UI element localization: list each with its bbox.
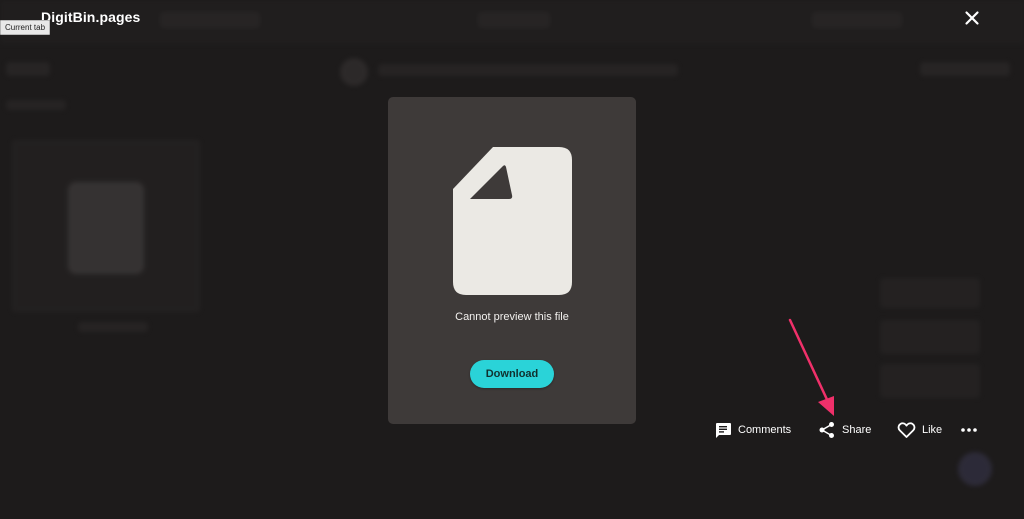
page-title: DigitBin.pages [41,9,141,25]
bg-nav-item [160,12,260,28]
share-icon [819,422,834,438]
bg-side-item [880,320,980,354]
like-label: Like [922,424,943,436]
bg-floating-button [958,452,992,486]
bg-side-item [880,364,980,398]
arrow-annotation [788,318,834,416]
bg-nav-item [812,12,902,28]
more-options-button[interactable] [960,418,978,442]
bg-file-card-label [78,322,148,332]
bg-subnav-item [6,62,50,76]
file-preview-page: DigitBin.pages Current tab Cannot previe… [0,0,1024,519]
comment-icon [716,423,731,438]
bg-avatar [340,58,368,86]
bg-subnav-item [6,100,66,110]
preview-unavailable-message: Cannot preview this file [455,311,569,323]
bg-side-item [880,278,980,308]
download-button[interactable]: Download [470,360,554,388]
share-label: Share [842,424,872,436]
share-button[interactable]: Share [818,418,871,442]
comments-label: Comments [738,424,792,436]
preview-card: Cannot preview this file Download [388,97,636,424]
bg-nav-item [478,12,550,28]
close-icon [965,11,979,25]
file-icon [453,147,572,295]
close-button[interactable] [962,8,982,28]
tooltip: Current tab [0,20,51,35]
comments-button[interactable]: Comments [714,418,791,442]
bg-file-thumbnail [68,182,144,274]
bg-subnav-text [378,64,678,76]
heart-icon [897,422,916,438]
bg-subnav-item [920,62,1010,76]
more-horizontal-icon [961,428,977,432]
like-button[interactable]: Like [897,418,942,442]
